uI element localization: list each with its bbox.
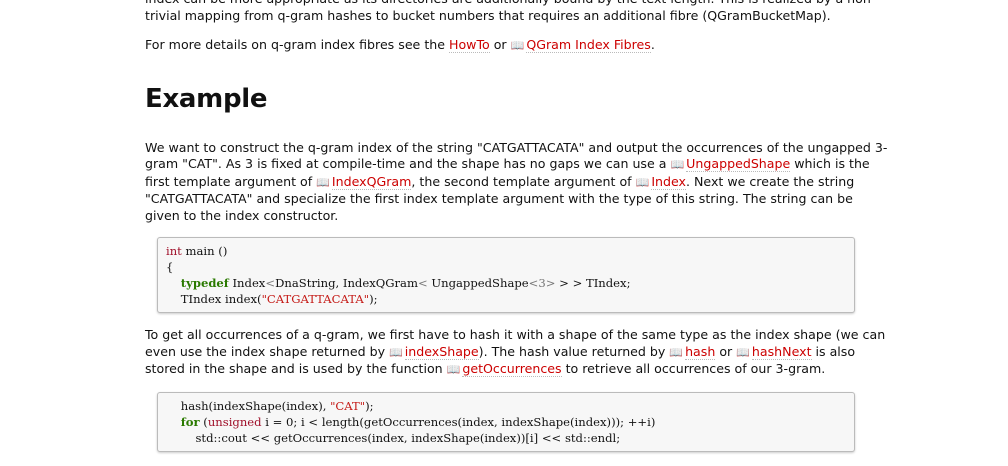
hash-link[interactable]: hash bbox=[685, 343, 716, 360]
text: . bbox=[650, 37, 655, 52]
ungappedshape-link[interactable]: UngappedShape bbox=[686, 156, 791, 172]
code-text: ( bbox=[199, 414, 208, 429]
code-text: ); bbox=[365, 398, 374, 413]
code-text: <3> bbox=[528, 276, 556, 290]
code-text: hash(indexShape(index), bbox=[180, 398, 331, 413]
code-keyword: typedef bbox=[180, 276, 229, 290]
example-paragraph: We want to construct the q-gram index of… bbox=[145, 140, 890, 225]
indexqgram-link[interactable]: IndexQGram bbox=[331, 173, 412, 190]
text: ). The hash value returned by bbox=[478, 343, 670, 359]
text: , the second template argument of bbox=[411, 173, 636, 189]
code-text: TIndex index( bbox=[180, 292, 262, 306]
text: to retrieve all occurrences of our 3-gra… bbox=[561, 361, 826, 376]
code-keyword: unsigned bbox=[207, 414, 262, 429]
code-text: { bbox=[166, 260, 174, 274]
code-text: i = 0; i < length(getOccurrences(index, … bbox=[261, 414, 656, 429]
text: For more details on q-gram index fibres … bbox=[145, 37, 449, 52]
section-heading: Example bbox=[145, 83, 268, 114]
code-text: DnaString, IndexQGram bbox=[275, 276, 418, 290]
intro-paragraph: index can be more appropriate as its dir… bbox=[145, 0, 875, 23]
book-icon: 📖 bbox=[736, 345, 750, 359]
book-icon: 📖 bbox=[670, 158, 685, 171]
index-link[interactable]: Index bbox=[651, 173, 686, 190]
code-block-1: int main () { typedef Index<DnaString, I… bbox=[157, 237, 855, 313]
qgram-index-fibres-link[interactable]: QGram Index Fibres bbox=[526, 37, 651, 53]
code-string: "CAT" bbox=[330, 398, 366, 413]
document-content: index can be more appropriate as its dir… bbox=[145, 0, 890, 466]
occurrences-paragraph: To get all occurrences of a q-gram, we f… bbox=[145, 327, 890, 379]
code-text: std::cout << getOccurrences(index, index… bbox=[195, 430, 621, 445]
code-keyword: int bbox=[166, 244, 182, 258]
code-keyword: for bbox=[180, 414, 200, 429]
book-icon: 📖 bbox=[669, 345, 684, 359]
book-icon: 📖 bbox=[446, 363, 461, 376]
book-icon: 📖 bbox=[635, 175, 650, 189]
book-icon: 📖 bbox=[510, 39, 525, 52]
code-block-2: hash(indexShape(index), "CAT"); for (uns… bbox=[157, 391, 855, 452]
getoccurrences-link[interactable]: getOccurrences bbox=[462, 361, 562, 377]
code-text: main () bbox=[181, 244, 228, 258]
howto-link[interactable]: HowTo bbox=[448, 37, 490, 53]
book-icon: 📖 bbox=[389, 345, 403, 359]
more-details-paragraph: For more details on q-gram index fibres … bbox=[145, 37, 890, 55]
code-text: > > TIndex; bbox=[555, 276, 631, 290]
hashnext-link[interactable]: hashNext bbox=[751, 343, 812, 360]
text: or bbox=[715, 343, 737, 359]
code-text: UngappedShape bbox=[427, 276, 529, 290]
text: or bbox=[489, 37, 511, 52]
code-string: "CATGATTACATA" bbox=[261, 292, 370, 306]
indexshape-link[interactable]: indexShape bbox=[404, 343, 479, 360]
code-text: ); bbox=[369, 292, 378, 306]
code-text: < bbox=[417, 276, 428, 290]
book-icon: 📖 bbox=[316, 175, 330, 189]
code-text: < bbox=[265, 276, 276, 290]
code-text: Index bbox=[228, 276, 266, 290]
